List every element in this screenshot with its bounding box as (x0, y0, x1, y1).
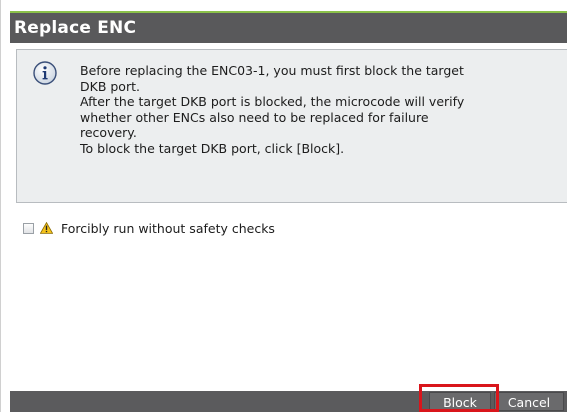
force-run-label: Forcibly run without safety checks (61, 220, 275, 236)
info-message-line: DKB port. (80, 78, 140, 94)
dialog-title-bar: Replace ENC (10, 11, 567, 43)
info-message-text: Before replacing the ENC03-1, you must f… (80, 63, 558, 156)
info-message-line: After the target DKB port is blocked, th… (80, 94, 465, 109)
info-message-line: whether other ENCs also need to be repla… (80, 109, 429, 125)
replace-enc-dialog: Replace ENC Before replacing the ENC03-1… (0, 0, 567, 412)
cancel-button[interactable]: Cancel (494, 392, 564, 411)
dialog-title: Replace ENC (14, 18, 137, 38)
dialog-content: Before replacing the ENC03-1, you must f… (10, 43, 567, 391)
dialog-footer: Block Cancel (10, 391, 567, 412)
info-message-panel: Before replacing the ENC03-1, you must f… (16, 49, 567, 203)
info-message-line: Before replacing the ENC03-1, you must f… (80, 63, 464, 78)
force-run-option: Forcibly run without safety checks (23, 219, 275, 237)
info-message-line: recovery. (80, 125, 137, 140)
force-run-checkbox[interactable] (23, 222, 34, 234)
info-message-line: To block the target DKB port, click [Blo… (80, 140, 345, 156)
info-icon (33, 61, 57, 85)
block-button[interactable]: Block (429, 392, 491, 411)
warning-icon (40, 222, 53, 234)
